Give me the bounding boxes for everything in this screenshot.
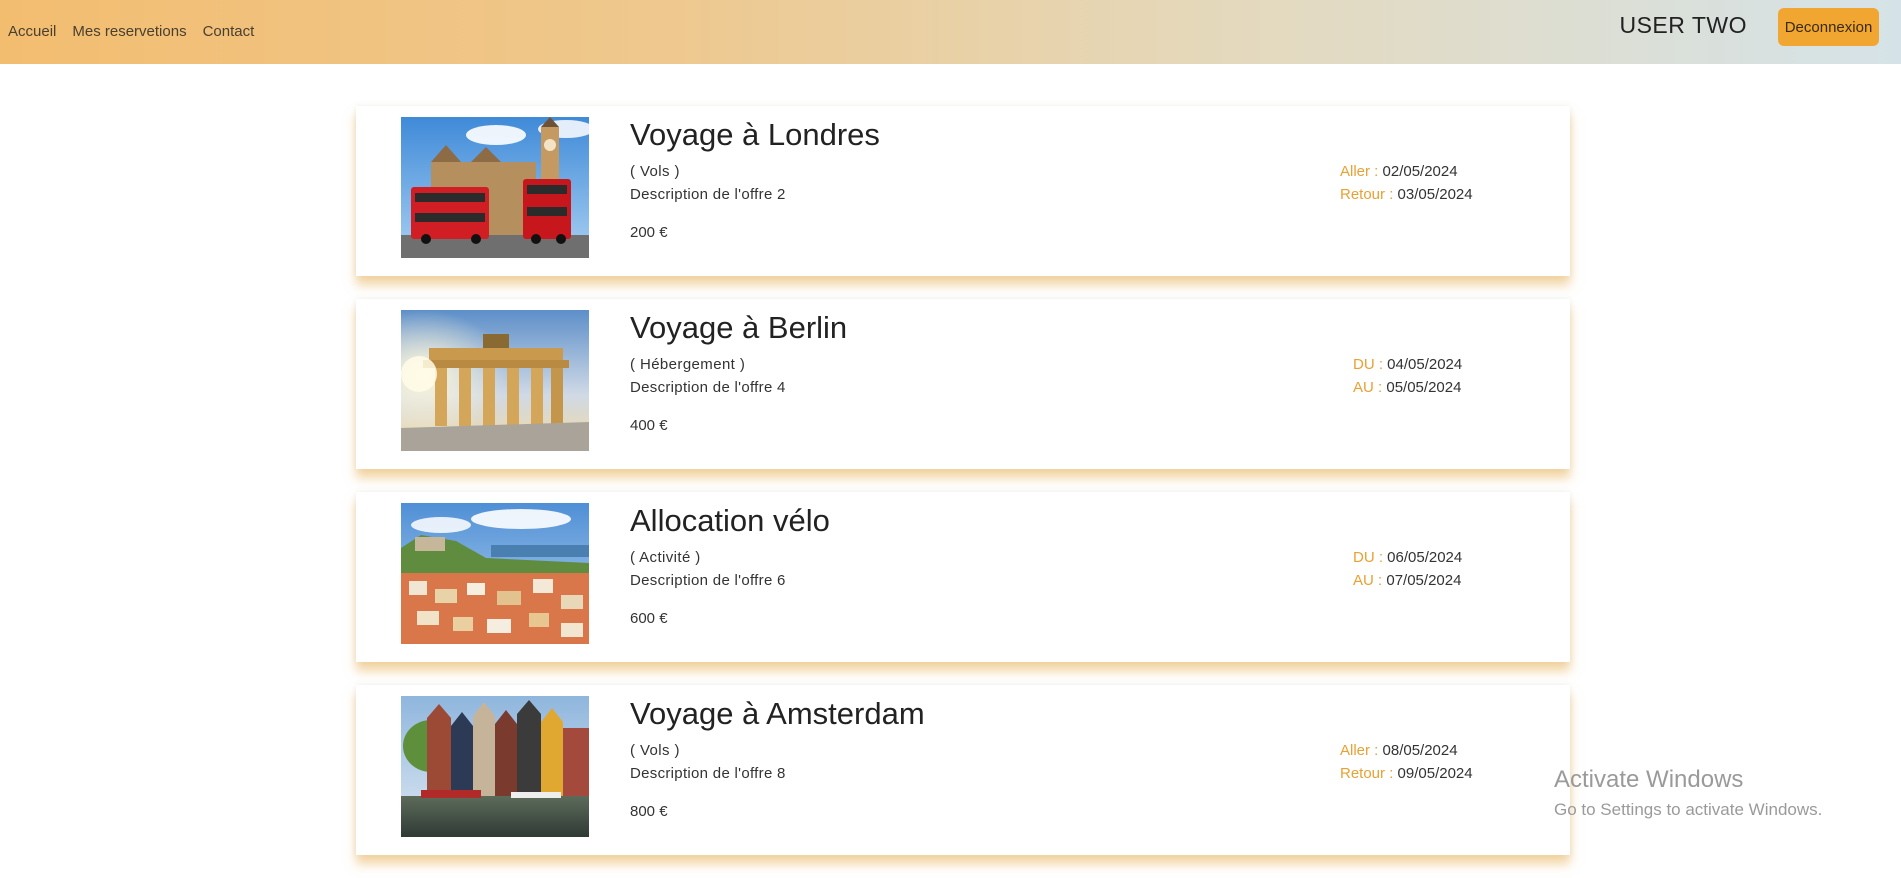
offer-description: Description de l'offre 8 <box>630 765 786 782</box>
date-start-value: 02/05/2024 <box>1382 163 1458 180</box>
date-end-value: 03/05/2024 <box>1397 185 1473 203</box>
date-start-value: 08/05/2024 <box>1382 742 1458 759</box>
nav-link-contact[interactable]: Contact <box>203 23 255 40</box>
offer-dates: Aller : 08/05/2024 Retour : 09/05/2024 <box>1340 740 1473 785</box>
offer-price: 200 € <box>630 224 668 241</box>
date-end-value: 09/05/2024 <box>1397 764 1473 782</box>
offer-dates: DU : 04/05/2024 AU : 05/05/2024 <box>1353 354 1462 399</box>
logout-button[interactable]: Deconnexion <box>1778 8 1879 46</box>
date-start-label: DU : <box>1353 549 1383 566</box>
date-end-value: 07/05/2024 <box>1386 571 1462 589</box>
nav-link-accueil[interactable]: Accueil <box>8 23 56 40</box>
reservation-card: Voyage à Amsterdam ( Vols ) Description … <box>356 685 1570 855</box>
windows-activation-watermark: Activate Windows Go to Settings to activ… <box>1554 766 1822 820</box>
top-navbar: Accueil Mes reservetions Contact USER TW… <box>0 0 1901 64</box>
offer-image-lisbon <box>401 503 589 644</box>
offer-image-berlin <box>401 310 589 451</box>
offer-description: Description de l'offre 6 <box>630 572 786 589</box>
offer-type: ( Vols ) <box>630 163 680 180</box>
date-end-label: Retour : <box>1340 764 1394 782</box>
date-end-value: 05/05/2024 <box>1386 378 1462 396</box>
offer-description: Description de l'offre 2 <box>630 186 786 203</box>
date-end-label: AU : <box>1353 571 1383 589</box>
offer-image-amsterdam <box>401 696 589 837</box>
offer-price: 800 € <box>630 803 668 820</box>
offer-type: ( Vols ) <box>630 742 680 759</box>
date-end-label: Retour : <box>1340 185 1394 203</box>
reservation-card: Voyage à Londres ( Vols ) Description de… <box>356 106 1570 276</box>
offer-dates: Aller : 02/05/2024 Retour : 03/05/2024 <box>1340 161 1473 206</box>
reservation-card: Voyage à Berlin ( Hébergement ) Descript… <box>356 299 1570 469</box>
nav-links: Accueil Mes reservetions Contact <box>8 23 254 40</box>
user-name: USER TWO <box>1619 12 1747 38</box>
offer-type: ( Activité ) <box>630 549 701 566</box>
reservation-list: Voyage à Londres ( Vols ) Description de… <box>356 106 1570 878</box>
date-start-value: 04/05/2024 <box>1387 356 1463 373</box>
offer-type: ( Hébergement ) <box>630 356 746 373</box>
offer-title: Voyage à Londres <box>630 117 880 152</box>
offer-title: Voyage à Amsterdam <box>630 696 925 731</box>
offer-description: Description de l'offre 4 <box>630 379 786 396</box>
offer-price: 600 € <box>630 610 668 627</box>
reservation-card: Allocation vélo ( Activité ) Description… <box>356 492 1570 662</box>
date-start-label: Aller : <box>1340 742 1379 759</box>
date-start-value: 06/05/2024 <box>1387 549 1463 566</box>
offer-price: 400 € <box>630 417 668 434</box>
offer-title: Allocation vélo <box>630 503 830 538</box>
date-start-label: Aller : <box>1340 163 1379 180</box>
offer-dates: DU : 06/05/2024 AU : 07/05/2024 <box>1353 547 1462 592</box>
watermark-subtitle: Go to Settings to activate Windows. <box>1554 800 1823 819</box>
offer-image-london <box>401 117 589 258</box>
date-start-label: DU : <box>1353 356 1383 373</box>
offer-title: Voyage à Berlin <box>630 310 848 345</box>
watermark-title: Activate Windows <box>1554 766 1744 793</box>
date-end-label: AU : <box>1353 378 1383 396</box>
nav-link-mes-reservations[interactable]: Mes reservetions <box>72 23 186 40</box>
